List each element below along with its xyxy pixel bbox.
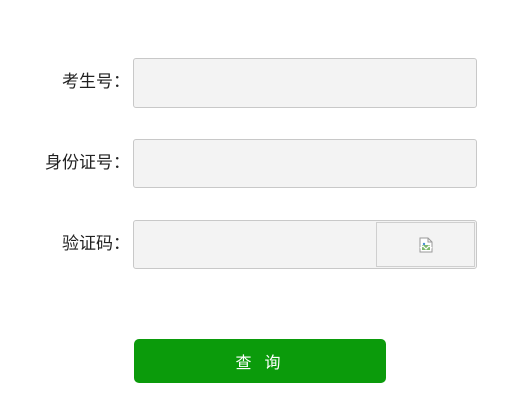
query-button[interactable]: 查 询: [134, 339, 386, 383]
captcha-label: 验证码：: [62, 234, 130, 254]
captcha-input[interactable]: [134, 221, 376, 268]
id-number-input[interactable]: [133, 139, 477, 188]
captcha-field: [133, 220, 477, 269]
query-form: 考生号： 身份证号： 验证码： 查 询: [0, 0, 523, 400]
id-number-label: 身份证号：: [45, 153, 130, 173]
broken-image-icon: [419, 237, 432, 252]
exam-number-label: 考生号：: [62, 72, 130, 92]
exam-number-input[interactable]: [133, 58, 477, 108]
captcha-image[interactable]: [376, 222, 475, 267]
